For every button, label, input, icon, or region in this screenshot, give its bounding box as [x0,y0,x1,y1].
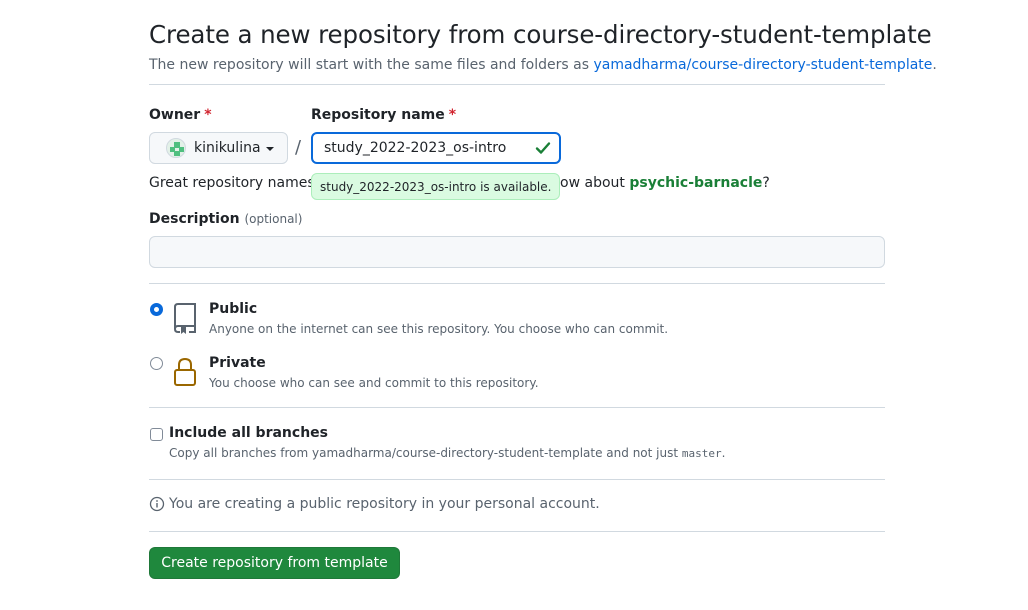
visibility-info: You are creating a public repository in … [149,496,600,512]
owner-required-mark: * [204,107,212,123]
owner-label-text: Owner [149,107,201,123]
hint-prefix: Great repository names a [149,175,328,191]
page-subtitle: The new repository will start with the s… [149,57,937,73]
divider [149,84,885,85]
default-branch-code: master [681,447,722,460]
owner-select[interactable]: kinikulina [149,132,288,164]
page-title: Create a new repository from course-dire… [149,20,932,49]
caret-down-icon [265,147,274,151]
owner-label: Owner * [149,107,212,123]
branches-note-prefix: Copy all branches from yamadharma/course… [169,446,682,460]
create-repository-button[interactable]: Create repository from template [149,547,400,579]
subtitle-prefix: The new repository will start with the s… [149,57,594,73]
public-radio[interactable] [150,303,163,316]
name-suggestion-link[interactable]: psychic-barnacle [629,175,762,191]
divider [149,531,885,532]
subtitle-suffix: . [932,57,937,73]
identicon-icon [170,142,184,156]
lock-icon [174,357,196,386]
include-branches-title: Include all branches [169,425,328,441]
public-title: Public [209,301,258,317]
repository-name-value: study_2022-2023_os-intro [324,140,507,156]
owner-repo-separator: / [295,137,302,158]
include-branches-checkbox[interactable] [150,428,163,441]
repository-name-input[interactable]: study_2022-2023_os-intro [311,132,561,164]
private-radio[interactable] [150,357,163,370]
info-icon [149,496,165,512]
private-title: Private [209,355,266,371]
include-branches-description: Copy all branches from yamadharma/course… [169,446,725,460]
repo-icon [173,303,196,334]
avatar [166,138,186,158]
description-label-text: Description [149,211,240,227]
divider [149,283,885,284]
divider [149,407,885,408]
hint-suffix: ? [762,175,770,191]
check-icon [535,142,551,154]
template-link[interactable]: yamadharma/course-directory-student-temp… [593,57,932,73]
public-description: Anyone on the internet can see this repo… [209,322,669,336]
branches-note-suffix: . [721,446,726,460]
description-input[interactable] [149,236,885,268]
repo-name-required-mark: * [448,107,457,123]
divider [149,479,885,480]
owner-value: kinikulina [194,140,261,156]
repo-name-label-text: Repository name [311,107,445,123]
info-text: You are creating a public repository in … [169,496,600,512]
repo-name-label: Repository name * [311,107,456,123]
description-label: Description (optional) [149,211,302,227]
availability-tooltip: study_2022-2023_os-intro is available. [311,173,561,200]
private-description: You choose who can see and commit to thi… [209,376,539,390]
optional-tag: (optional) [244,212,303,226]
